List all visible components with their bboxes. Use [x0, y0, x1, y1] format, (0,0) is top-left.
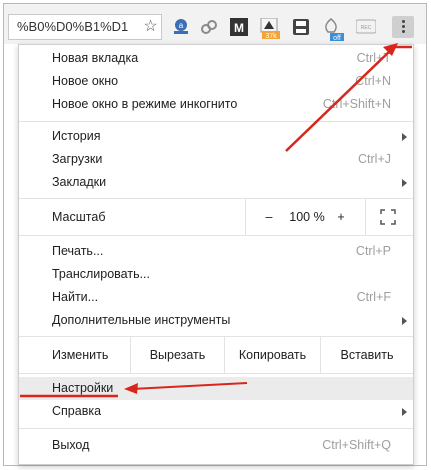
- annotation-overlay: [20, 43, 412, 398]
- annotation-arrow-to-settings: [124, 382, 248, 394]
- annotation-arrow-to-menu: [285, 43, 412, 152]
